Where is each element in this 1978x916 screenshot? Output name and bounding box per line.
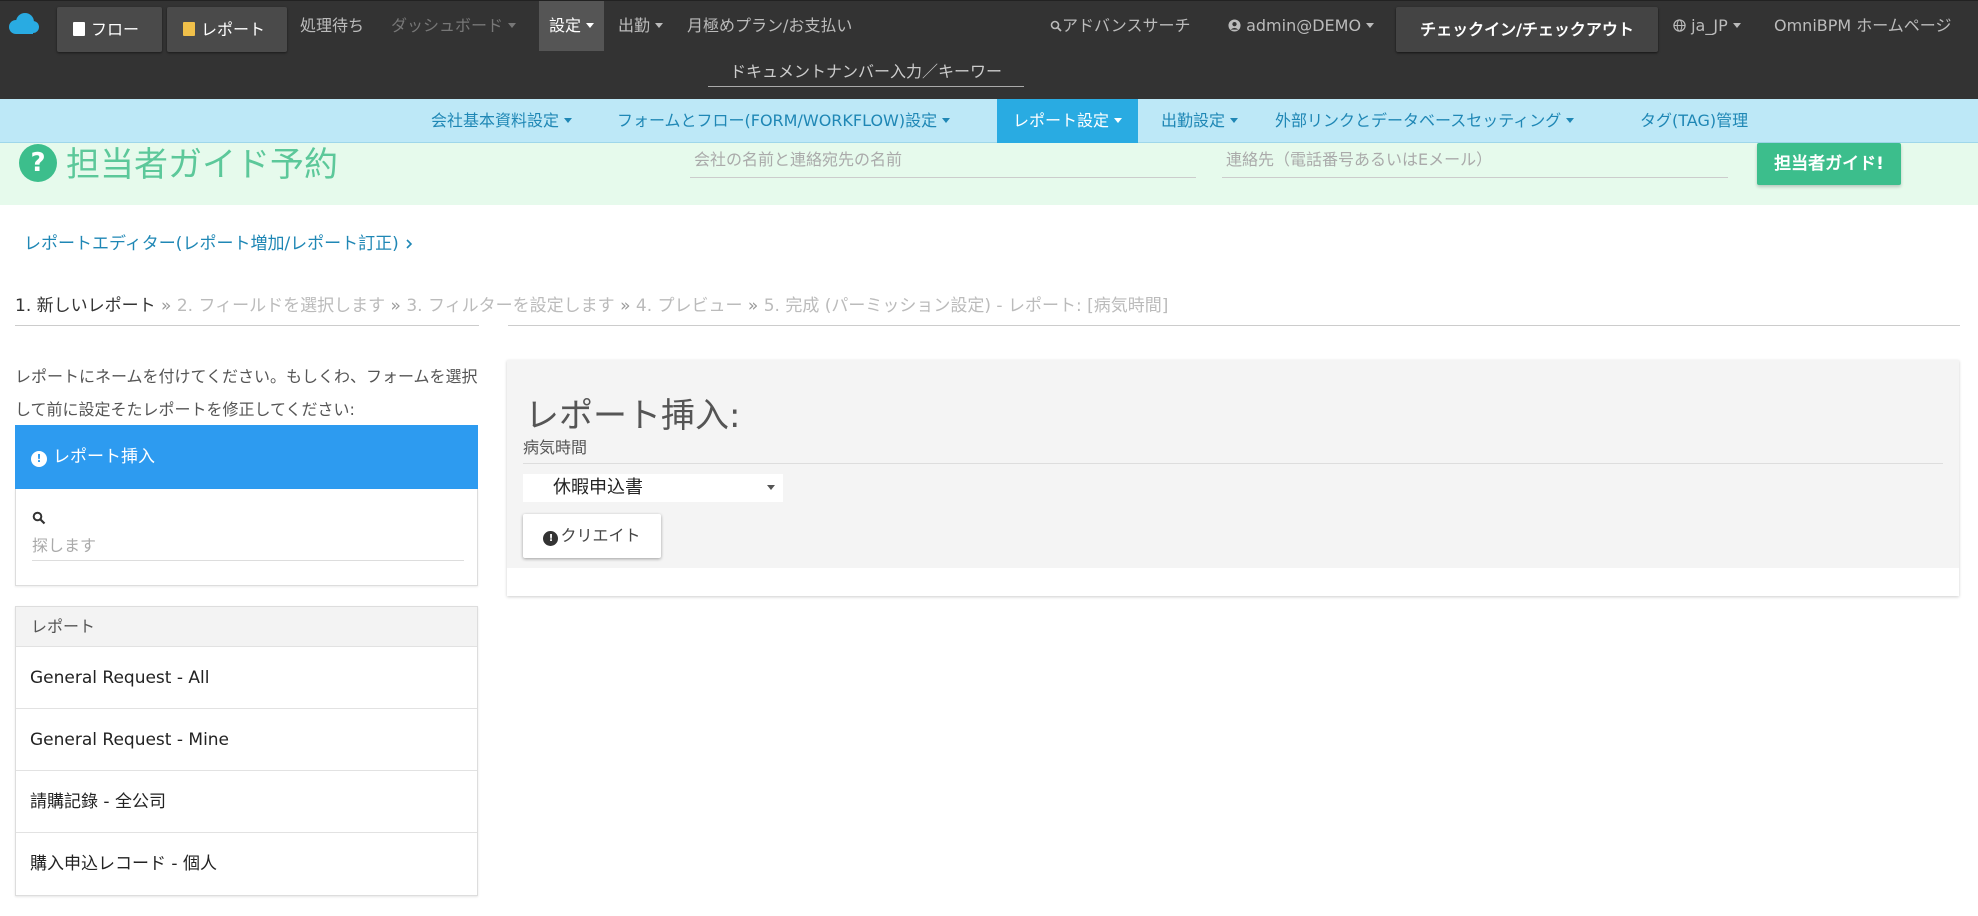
- list-item[interactable]: 購入申込レコード - 個人: [16, 833, 477, 895]
- chevron-down-icon: [1366, 23, 1375, 28]
- checkin-button[interactable]: チェックイン/チェックアウト: [1396, 7, 1658, 52]
- info-icon: !: [31, 451, 47, 467]
- chevron-down-icon: [564, 118, 573, 123]
- list-item[interactable]: 請購記錄 - 全公司: [16, 771, 477, 833]
- search-icon: [32, 511, 46, 525]
- cloud-logo-icon[interactable]: [6, 11, 40, 37]
- step-4: 4. プレビュー: [635, 296, 743, 316]
- step-5: 5. 完成 (パーミッション設定) - レポート: [病気時間]: [763, 296, 1169, 316]
- company-name-input[interactable]: 会社の名前と連絡宛先の名前: [690, 146, 1196, 178]
- form-select[interactable]: 休暇申込書: [523, 474, 783, 502]
- chevron-down-icon: [1230, 118, 1239, 123]
- divider: [15, 325, 479, 326]
- step-1: 1. 新しいレポート: [15, 296, 156, 316]
- chevron-down-icon: [1732, 23, 1741, 28]
- divider: [523, 463, 1943, 464]
- nav-dashboard[interactable]: ダッシュボード: [391, 1, 517, 51]
- report-list: レポート General Request - All General Reque…: [15, 606, 478, 896]
- instruction-text: レポートにネームを付けてください。もしくわ、フォームを選択して前に設定そたレポー…: [15, 367, 478, 419]
- chevron-down-icon: [586, 23, 595, 28]
- nav-pending[interactable]: 処理待ち: [300, 1, 364, 51]
- homepage-link[interactable]: OmniBPM ホームページ: [1774, 1, 1951, 51]
- step-2: 2. フィールドを選択します: [176, 296, 386, 316]
- user-icon: [1228, 19, 1241, 32]
- top-navbar: フロー レポート 処理待ち ダッシュボード 設定 出勤 月極めプラン/お支払い …: [0, 0, 1978, 99]
- step-3: 3. フィルターを設定します: [406, 296, 615, 316]
- document-number-search-input[interactable]: ドキュメントナンバー入力／キーワー: [708, 57, 1024, 87]
- chevron-right-icon: [406, 239, 413, 249]
- nav-settings[interactable]: 設定: [539, 1, 605, 51]
- subnav-attendance-settings[interactable]: 出勤設定: [1161, 99, 1239, 143]
- nav-attendance[interactable]: 出勤: [618, 1, 664, 51]
- document-icon: [73, 22, 85, 36]
- report-icon: [183, 22, 195, 36]
- chevron-down-icon: [655, 23, 664, 28]
- report-search-box: 探します: [15, 489, 478, 586]
- subnav-form-workflow-settings[interactable]: フォームとフロー(FORM/WORKFLOW)設定: [617, 99, 951, 143]
- advanced-search-link[interactable]: アドバンスサーチ: [1050, 1, 1190, 51]
- question-icon: ?: [19, 144, 57, 182]
- divider: [508, 325, 1960, 326]
- wizard-steps: 1. 新しいレポート » 2. フィールドを選択します » 3. フィルターを設…: [15, 296, 1169, 316]
- info-icon: !: [543, 531, 559, 546]
- report-search-input[interactable]: 探します: [32, 531, 464, 561]
- guide-booking-button[interactable]: 担当者ガイド!: [1757, 143, 1901, 185]
- report-name: 病気時間: [523, 438, 588, 457]
- subnav-external-links[interactable]: 外部リンクとデータベースセッティング: [1275, 99, 1575, 143]
- chevron-down-icon: [1114, 118, 1123, 123]
- card-title: レポート挿入:: [525, 396, 741, 436]
- list-item[interactable]: General Request - All: [16, 647, 477, 709]
- language-menu[interactable]: ja_JP: [1673, 1, 1741, 51]
- subnav-company-settings[interactable]: 会社基本資料設定: [431, 99, 573, 143]
- contact-input[interactable]: 連絡先（電話番号あるいはEメール）: [1222, 146, 1728, 178]
- report-button[interactable]: レポート: [167, 7, 287, 52]
- chevron-down-icon: [942, 118, 951, 123]
- globe-icon: [1673, 19, 1686, 32]
- account-menu[interactable]: admin@DEMO: [1228, 1, 1375, 51]
- card-body: レポート挿入: 病気時間 休暇申込書 ! クリエイト: [507, 360, 1959, 568]
- subnav-report-settings[interactable]: レポート設定: [997, 99, 1139, 143]
- subnav-tag-management[interactable]: タグ(TAG)管理: [1640, 99, 1748, 143]
- flow-button[interactable]: フロー: [57, 7, 162, 52]
- search-icon: [1050, 20, 1062, 32]
- chevron-down-icon: [1566, 118, 1575, 123]
- report-list-header: レポート: [16, 607, 477, 647]
- insert-report-card: レポート挿入: 病気時間 休暇申込書 ! クリエイト: [507, 360, 1959, 596]
- create-button[interactable]: ! クリエイト: [523, 514, 661, 558]
- breadcrumb[interactable]: レポートエディター(レポート増加/レポート訂正): [24, 229, 414, 254]
- chevron-down-icon: [767, 485, 775, 490]
- guide-title: 担当者ガイド予約: [66, 145, 338, 185]
- list-item[interactable]: General Request - Mine: [16, 709, 477, 771]
- insert-report-tab[interactable]: ! レポート挿入: [15, 425, 478, 489]
- chevron-down-icon: [508, 23, 517, 28]
- nav-plan[interactable]: 月極めプラン/お支払い: [687, 1, 852, 51]
